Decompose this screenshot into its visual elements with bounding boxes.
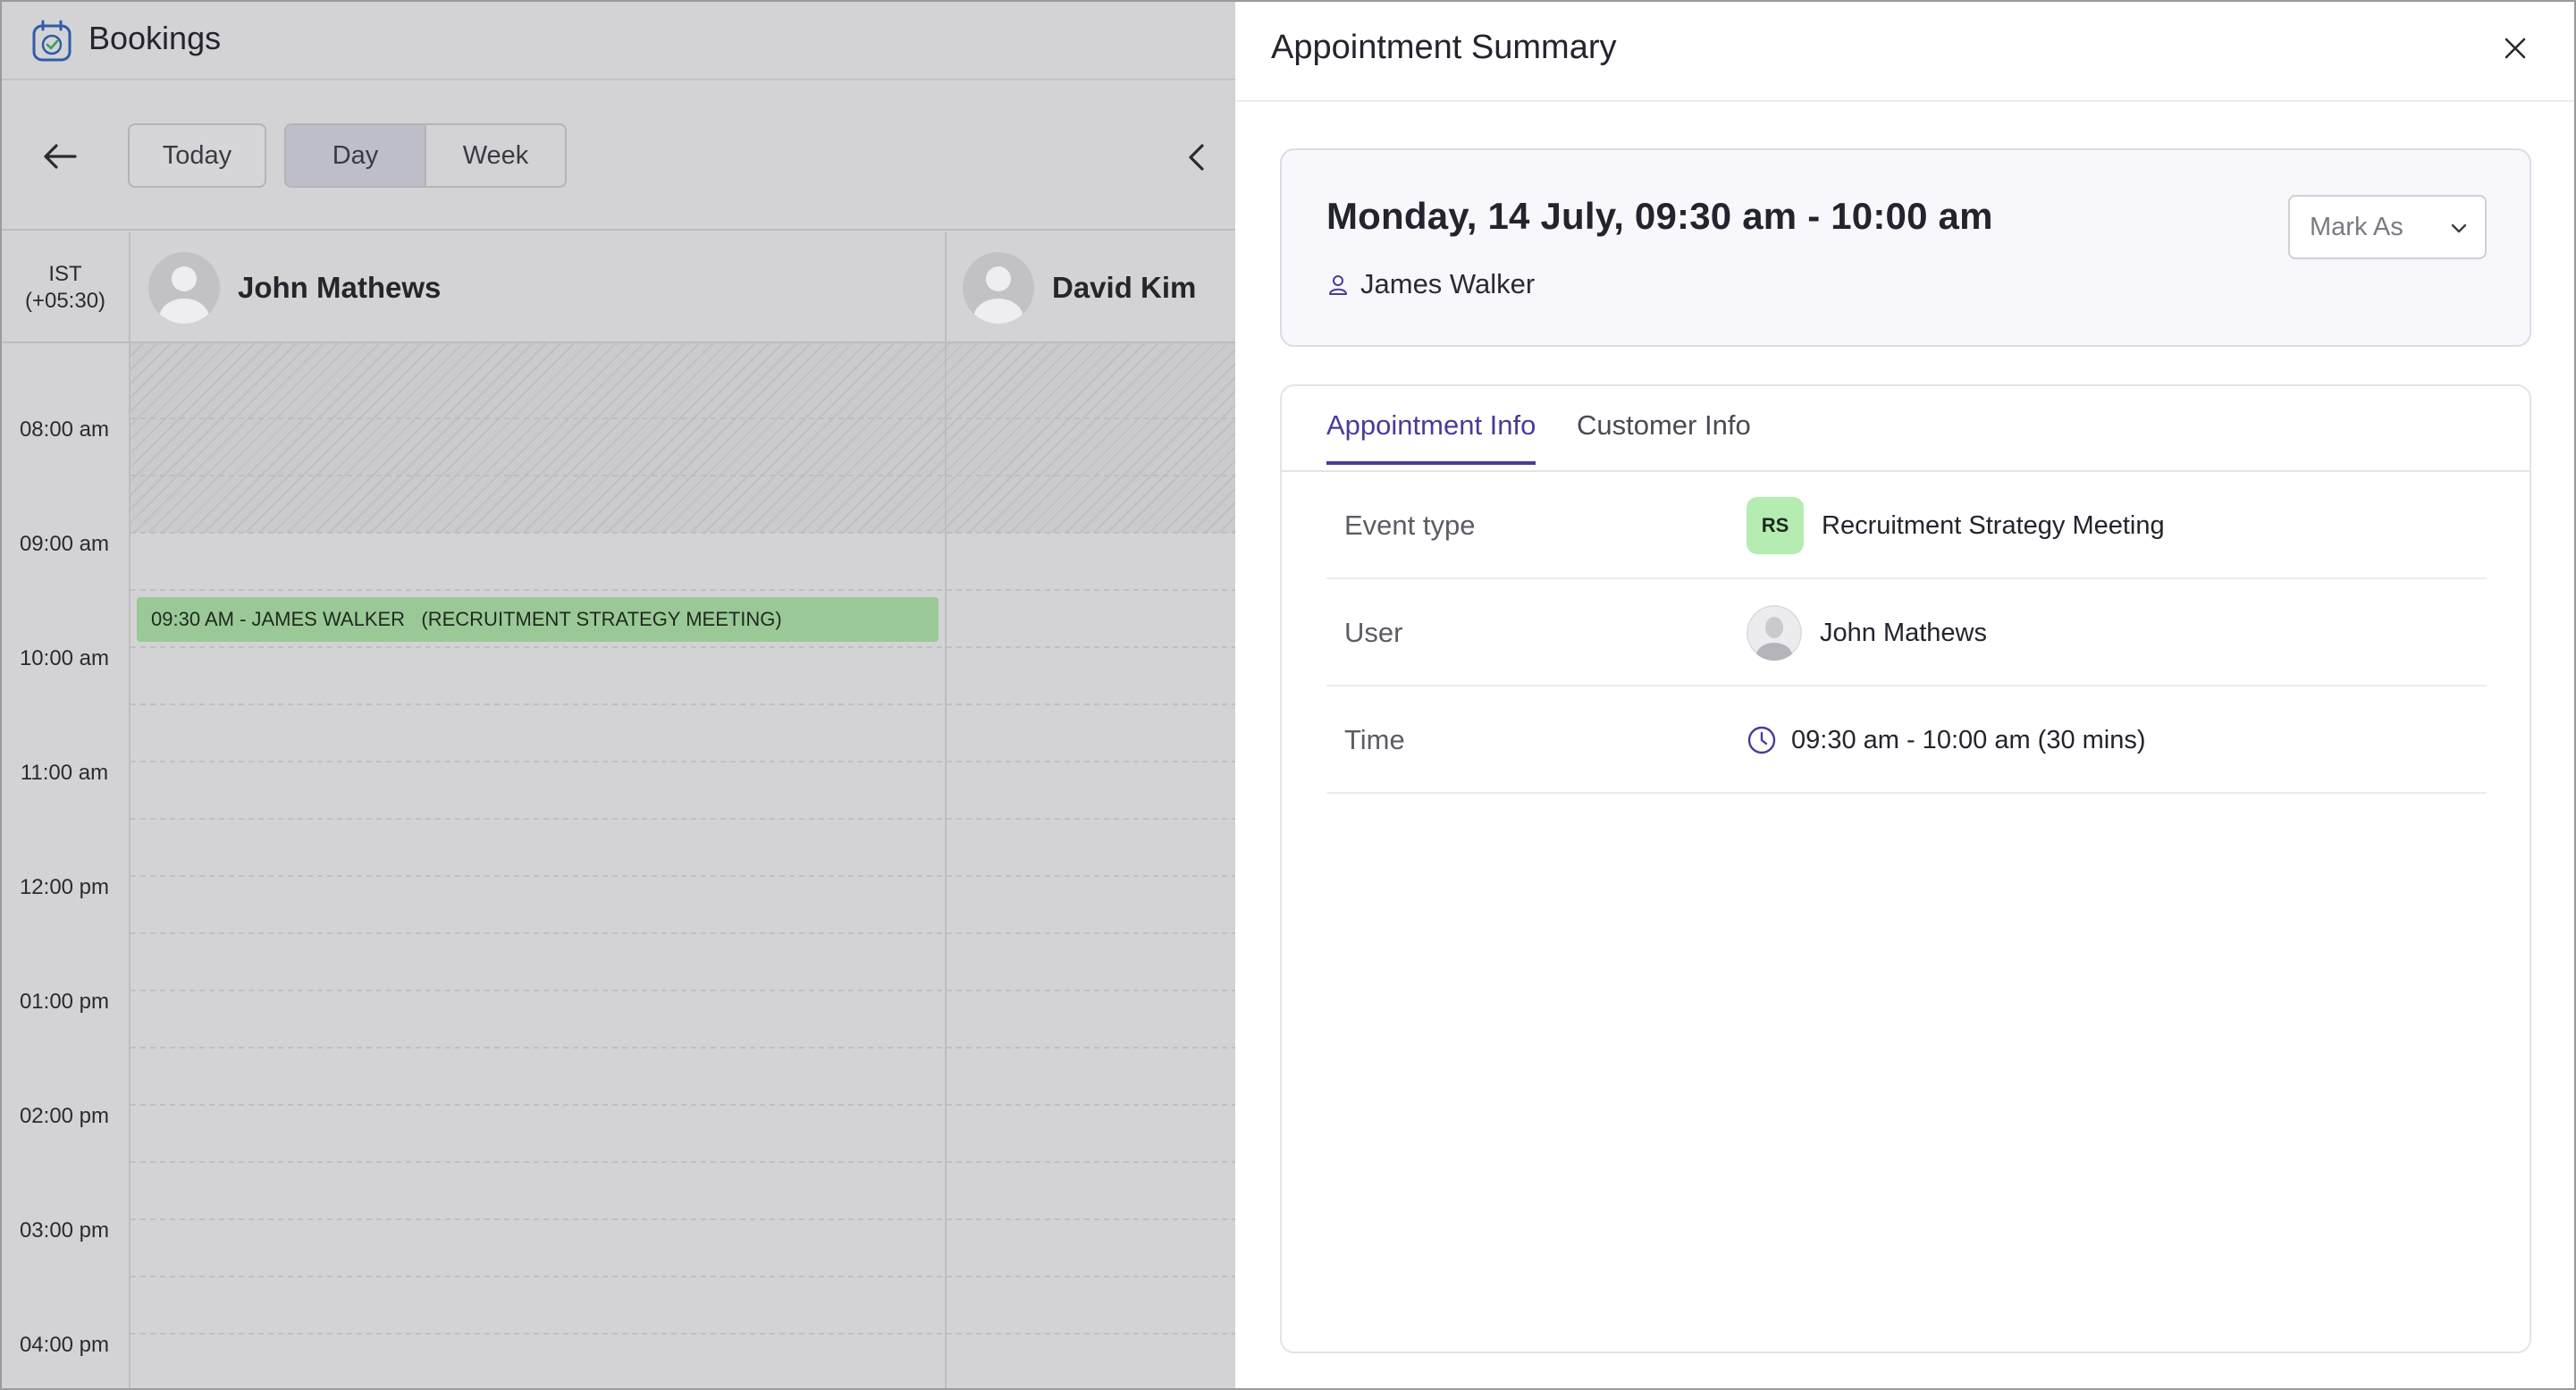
time-label: 04:00 pm — [19, 1333, 110, 1357]
calendar-toolbar: Today Day Week — [2, 82, 1235, 231]
mark-as-dropdown[interactable]: Mark As — [2288, 195, 2487, 259]
resource-header: IST (+05:30) John Mathews David Kim — [2, 232, 1235, 343]
divider — [945, 232, 947, 343]
time-row: Time 09:30 am - 10:00 am (30 mins) — [1326, 687, 2487, 794]
appointment-summary-panel: Appointment Summary Monday, 14 July, 09:… — [1235, 0, 2576, 1390]
close-button[interactable] — [2497, 30, 2533, 66]
time-label: 01:00 pm — [19, 990, 110, 1014]
divider — [945, 343, 947, 1388]
chevron-down-icon — [2449, 218, 2469, 238]
resource-david-kim[interactable]: David Kim — [963, 232, 1196, 343]
today-button[interactable]: Today — [128, 123, 266, 188]
view-switcher: Day Week — [284, 123, 567, 188]
time-label: 08:00 am — [19, 417, 110, 442]
clock-icon — [1747, 725, 1777, 755]
tab-customer-info[interactable]: Customer Info — [1577, 409, 1751, 461]
calendar-clock-icon — [27, 16, 77, 66]
resource-john-mathews[interactable]: John Mathews — [148, 232, 441, 343]
time-label: 03:00 pm — [19, 1218, 110, 1243]
time-label: 11:00 am — [20, 761, 109, 785]
resource-name: David Kim — [1052, 271, 1197, 304]
time-label: 10:00 am — [19, 646, 110, 670]
timezone-label: IST (+05:30) — [2, 232, 130, 343]
arrow-left-icon — [43, 143, 77, 170]
info-card: Appointment Info Customer Info Event typ… — [1280, 384, 2531, 1353]
appointment-event[interactable]: 09:30 AM - JAMES WALKER (RECRUITMENT STR… — [137, 597, 939, 642]
user-row: User John Mathews — [1326, 579, 2487, 687]
time-label: 02:00 pm — [19, 1104, 110, 1128]
customer-name: James Walker — [1326, 268, 1535, 300]
week-view-button[interactable]: Week — [426, 125, 565, 186]
appointment-datetime: Monday, 14 July, 09:30 am - 10:00 am — [1326, 195, 1993, 237]
tab-bar: Appointment Info Customer Info — [1282, 386, 2530, 472]
time-column: 08:00 am 09:00 am 10:00 am 11:00 am 12:0… — [2, 343, 130, 1388]
time-value: 09:30 am - 10:00 am (30 mins) — [1747, 687, 2146, 794]
avatar — [148, 252, 220, 324]
user-label: User — [1344, 617, 1403, 648]
tab-appointment-info[interactable]: Appointment Info — [1326, 409, 1536, 465]
event-type-label: Event type — [1344, 510, 1476, 541]
time-grid: 08:00 am 09:00 am 10:00 am 11:00 am 12:0… — [2, 343, 1235, 1388]
back-button[interactable] — [36, 134, 84, 179]
grid-lines — [130, 417, 1235, 1335]
previous-button[interactable] — [1178, 138, 1214, 177]
event-badge: RS — [1747, 497, 1804, 554]
resource-name: John Mathews — [238, 271, 442, 304]
app-header: Bookings — [2, 2, 1235, 80]
time-label: 09:00 am — [19, 532, 110, 556]
app-title: Bookings — [88, 20, 222, 56]
avatar — [963, 252, 1034, 324]
time-label: Time — [1344, 724, 1405, 755]
event-type-value: RS Recruitment Strategy Meeting — [1747, 472, 2165, 579]
chevron-left-icon — [1186, 143, 1206, 172]
time-label: 12:00 pm — [19, 875, 110, 899]
summary-card: Monday, 14 July, 09:30 am - 10:00 am Jam… — [1280, 148, 2531, 347]
user-value: John Mathews — [1747, 579, 1987, 687]
person-icon — [1326, 273, 1350, 296]
avatar — [1747, 605, 1802, 661]
panel-title: Appointment Summary — [1271, 29, 1617, 66]
event-type-row: Event type RS Recruitment Strategy Meeti… — [1326, 472, 2487, 579]
day-view-button[interactable]: Day — [286, 125, 426, 186]
panel-header: Appointment Summary — [1235, 2, 2574, 102]
close-icon — [2504, 37, 2527, 60]
calendar-view: Bookings Today Day Week IST (+05:30) Joh… — [0, 0, 1235, 1390]
